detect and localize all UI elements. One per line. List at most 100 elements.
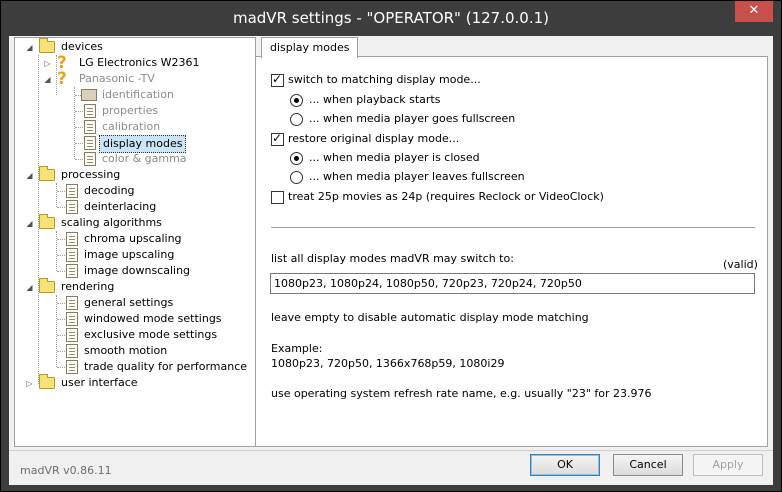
restore-original-label: restore original display mode... <box>288 132 460 145</box>
window-title: madVR settings - "OPERATOR" (127.0.0.1) <box>232 9 549 27</box>
tree-label: LG Electronics W2361 <box>79 56 200 69</box>
expand-icon[interactable]: ▷ <box>25 379 34 388</box>
page-icon <box>66 296 78 310</box>
collapse-icon[interactable]: ◢ <box>25 43 34 52</box>
switch-matching-label: switch to matching display mode... <box>288 73 481 86</box>
display-modes-input[interactable]: 1080p23, 1080p24, 1080p50, 720p23, 720p2… <box>270 273 755 294</box>
tree-label: windowed mode settings <box>84 312 222 325</box>
page-icon <box>66 328 78 342</box>
goes-fullscreen-radio[interactable] <box>290 113 303 126</box>
ok-button[interactable]: OK <box>530 454 600 476</box>
player-closed-label: ... when media player is closed <box>309 151 480 164</box>
tree-label: color & gamma <box>102 152 187 165</box>
folder-icon <box>39 374 55 389</box>
close-button[interactable]: ✕ <box>735 1 773 22</box>
tree-label: decoding <box>84 184 135 197</box>
tab-strip: display modes <box>261 37 771 58</box>
tree-item-identification[interactable]: identification <box>23 87 253 103</box>
player-closed-radio[interactable] <box>290 152 303 165</box>
valid-indicator: (valid) <box>723 258 758 271</box>
tree-label: smooth motion <box>84 344 168 357</box>
tree-item-smooth-motion[interactable]: smooth motion <box>23 343 253 359</box>
collapse-icon[interactable]: ◢ <box>25 219 34 228</box>
example-value: 1080p23, 720p50, 1366x768p59, 1080i29 <box>271 357 505 370</box>
page-icon <box>84 120 96 134</box>
settings-window: madVR settings - "OPERATOR" (127.0.0.1) … <box>0 0 782 492</box>
tree-item-scaling-algorithms[interactable]: ◢ scaling algorithms <box>23 214 253 231</box>
page-icon <box>66 344 78 358</box>
example-label: Example: <box>271 342 323 355</box>
leave-empty-hint: leave empty to disable automatic display… <box>271 311 589 324</box>
footer-separator <box>9 450 773 451</box>
page-icon <box>66 232 78 246</box>
tree-item-calibration[interactable]: calibration <box>23 119 253 135</box>
tree-item-image-downscaling[interactable]: image downscaling <box>23 263 253 279</box>
folder-icon <box>39 166 55 181</box>
display-modes-panel: switch to matching display mode... ... w… <box>255 56 768 447</box>
title-bar[interactable]: madVR settings - "OPERATOR" (127.0.0.1) … <box>1 1 781 37</box>
tree-item-color-gamma[interactable]: color & gamma <box>23 151 253 167</box>
collapse-icon[interactable]: ◢ <box>25 283 34 292</box>
goes-fullscreen-label: ... when media player goes fullscreen <box>309 112 516 125</box>
tree-item-processing[interactable]: ◢ processing <box>23 166 253 183</box>
tree-item-image-upscaling[interactable]: image upscaling <box>23 247 253 263</box>
page-icon <box>66 200 78 214</box>
tree-label: general settings <box>84 296 174 309</box>
tree-label: rendering <box>61 280 115 293</box>
tree-item-rendering[interactable]: ◢ rendering <box>23 278 253 295</box>
page-icon <box>84 152 96 166</box>
switch-matching-checkbox[interactable] <box>271 72 284 87</box>
tab-display-modes[interactable]: display modes <box>261 37 359 58</box>
tree-label: processing <box>61 168 121 181</box>
restore-original-checkbox[interactable] <box>271 131 284 146</box>
tree-item-user-interface[interactable]: ▷ user interface <box>23 374 253 391</box>
tree-label: properties <box>102 104 159 117</box>
page-icon <box>66 264 78 278</box>
playback-starts-label: ... when playback starts <box>309 93 441 106</box>
tree-label: calibration <box>102 120 161 133</box>
expand-icon[interactable]: ▷ <box>43 59 52 68</box>
collapse-icon[interactable]: ◢ <box>43 75 52 84</box>
cancel-button[interactable]: Cancel <box>613 454 683 476</box>
playback-starts-radio[interactable] <box>290 94 303 107</box>
page-icon <box>66 360 78 374</box>
tree-item-windowed-mode[interactable]: windowed mode settings <box>23 311 253 327</box>
tree-label: image downscaling <box>84 264 191 277</box>
apply-button[interactable]: Apply <box>693 454 763 476</box>
settings-tree: ◢ devices ▷ ? LG Electronics W2361 ◢ ? P… <box>14 37 256 447</box>
tree-item-exclusive-mode[interactable]: exclusive mode settings <box>23 327 253 343</box>
tree-item-chroma-upscaling[interactable]: chroma upscaling <box>23 231 253 247</box>
page-icon <box>84 136 96 150</box>
id-card-icon <box>81 89 97 101</box>
tree-label: exclusive mode settings <box>84 328 218 341</box>
modes-list-label: list all display modes madVR may switch … <box>271 252 514 265</box>
tree-item-deinterlacing[interactable]: deinterlacing <box>23 199 253 215</box>
separator <box>271 227 755 228</box>
tree-item-display-modes[interactable]: display modes <box>23 135 253 153</box>
page-icon <box>66 248 78 262</box>
tree-label: deinterlacing <box>84 200 157 213</box>
treat-25p-checkbox[interactable] <box>271 191 284 204</box>
dialog-client: ◢ devices ▷ ? LG Electronics W2361 ◢ ? P… <box>9 36 773 485</box>
folder-icon <box>39 38 55 53</box>
tree-item-panasonic[interactable]: ◢ ? Panasonic -TV <box>23 69 253 89</box>
tree-label: scaling algorithms <box>61 216 162 229</box>
tree-label: Panasonic -TV <box>79 72 155 85</box>
close-icon: ✕ <box>748 3 760 18</box>
tree-label: user interface <box>61 376 138 389</box>
version-label: madVR v0.86.11 <box>20 464 112 477</box>
page-icon <box>84 104 96 118</box>
question-icon: ? <box>57 69 67 89</box>
treat-25p-label: treat 25p movies as 24p (requires Recloc… <box>288 190 604 203</box>
tree-item-decoding[interactable]: decoding <box>23 183 253 199</box>
tree-item-properties[interactable]: properties <box>23 103 253 119</box>
tree-item-trade-quality[interactable]: trade quality for performance <box>23 359 253 375</box>
folder-icon <box>39 278 55 293</box>
leaves-fullscreen-radio[interactable] <box>290 171 303 184</box>
os-refresh-hint: use operating system refresh rate name, … <box>271 387 652 400</box>
leaves-fullscreen-label: ... when media player leaves fullscreen <box>309 170 525 183</box>
collapse-icon[interactable]: ◢ <box>25 171 34 180</box>
page-icon <box>66 312 78 326</box>
tree-label: trade quality for performance <box>84 360 248 373</box>
tree-item-general-settings[interactable]: general settings <box>23 295 253 311</box>
